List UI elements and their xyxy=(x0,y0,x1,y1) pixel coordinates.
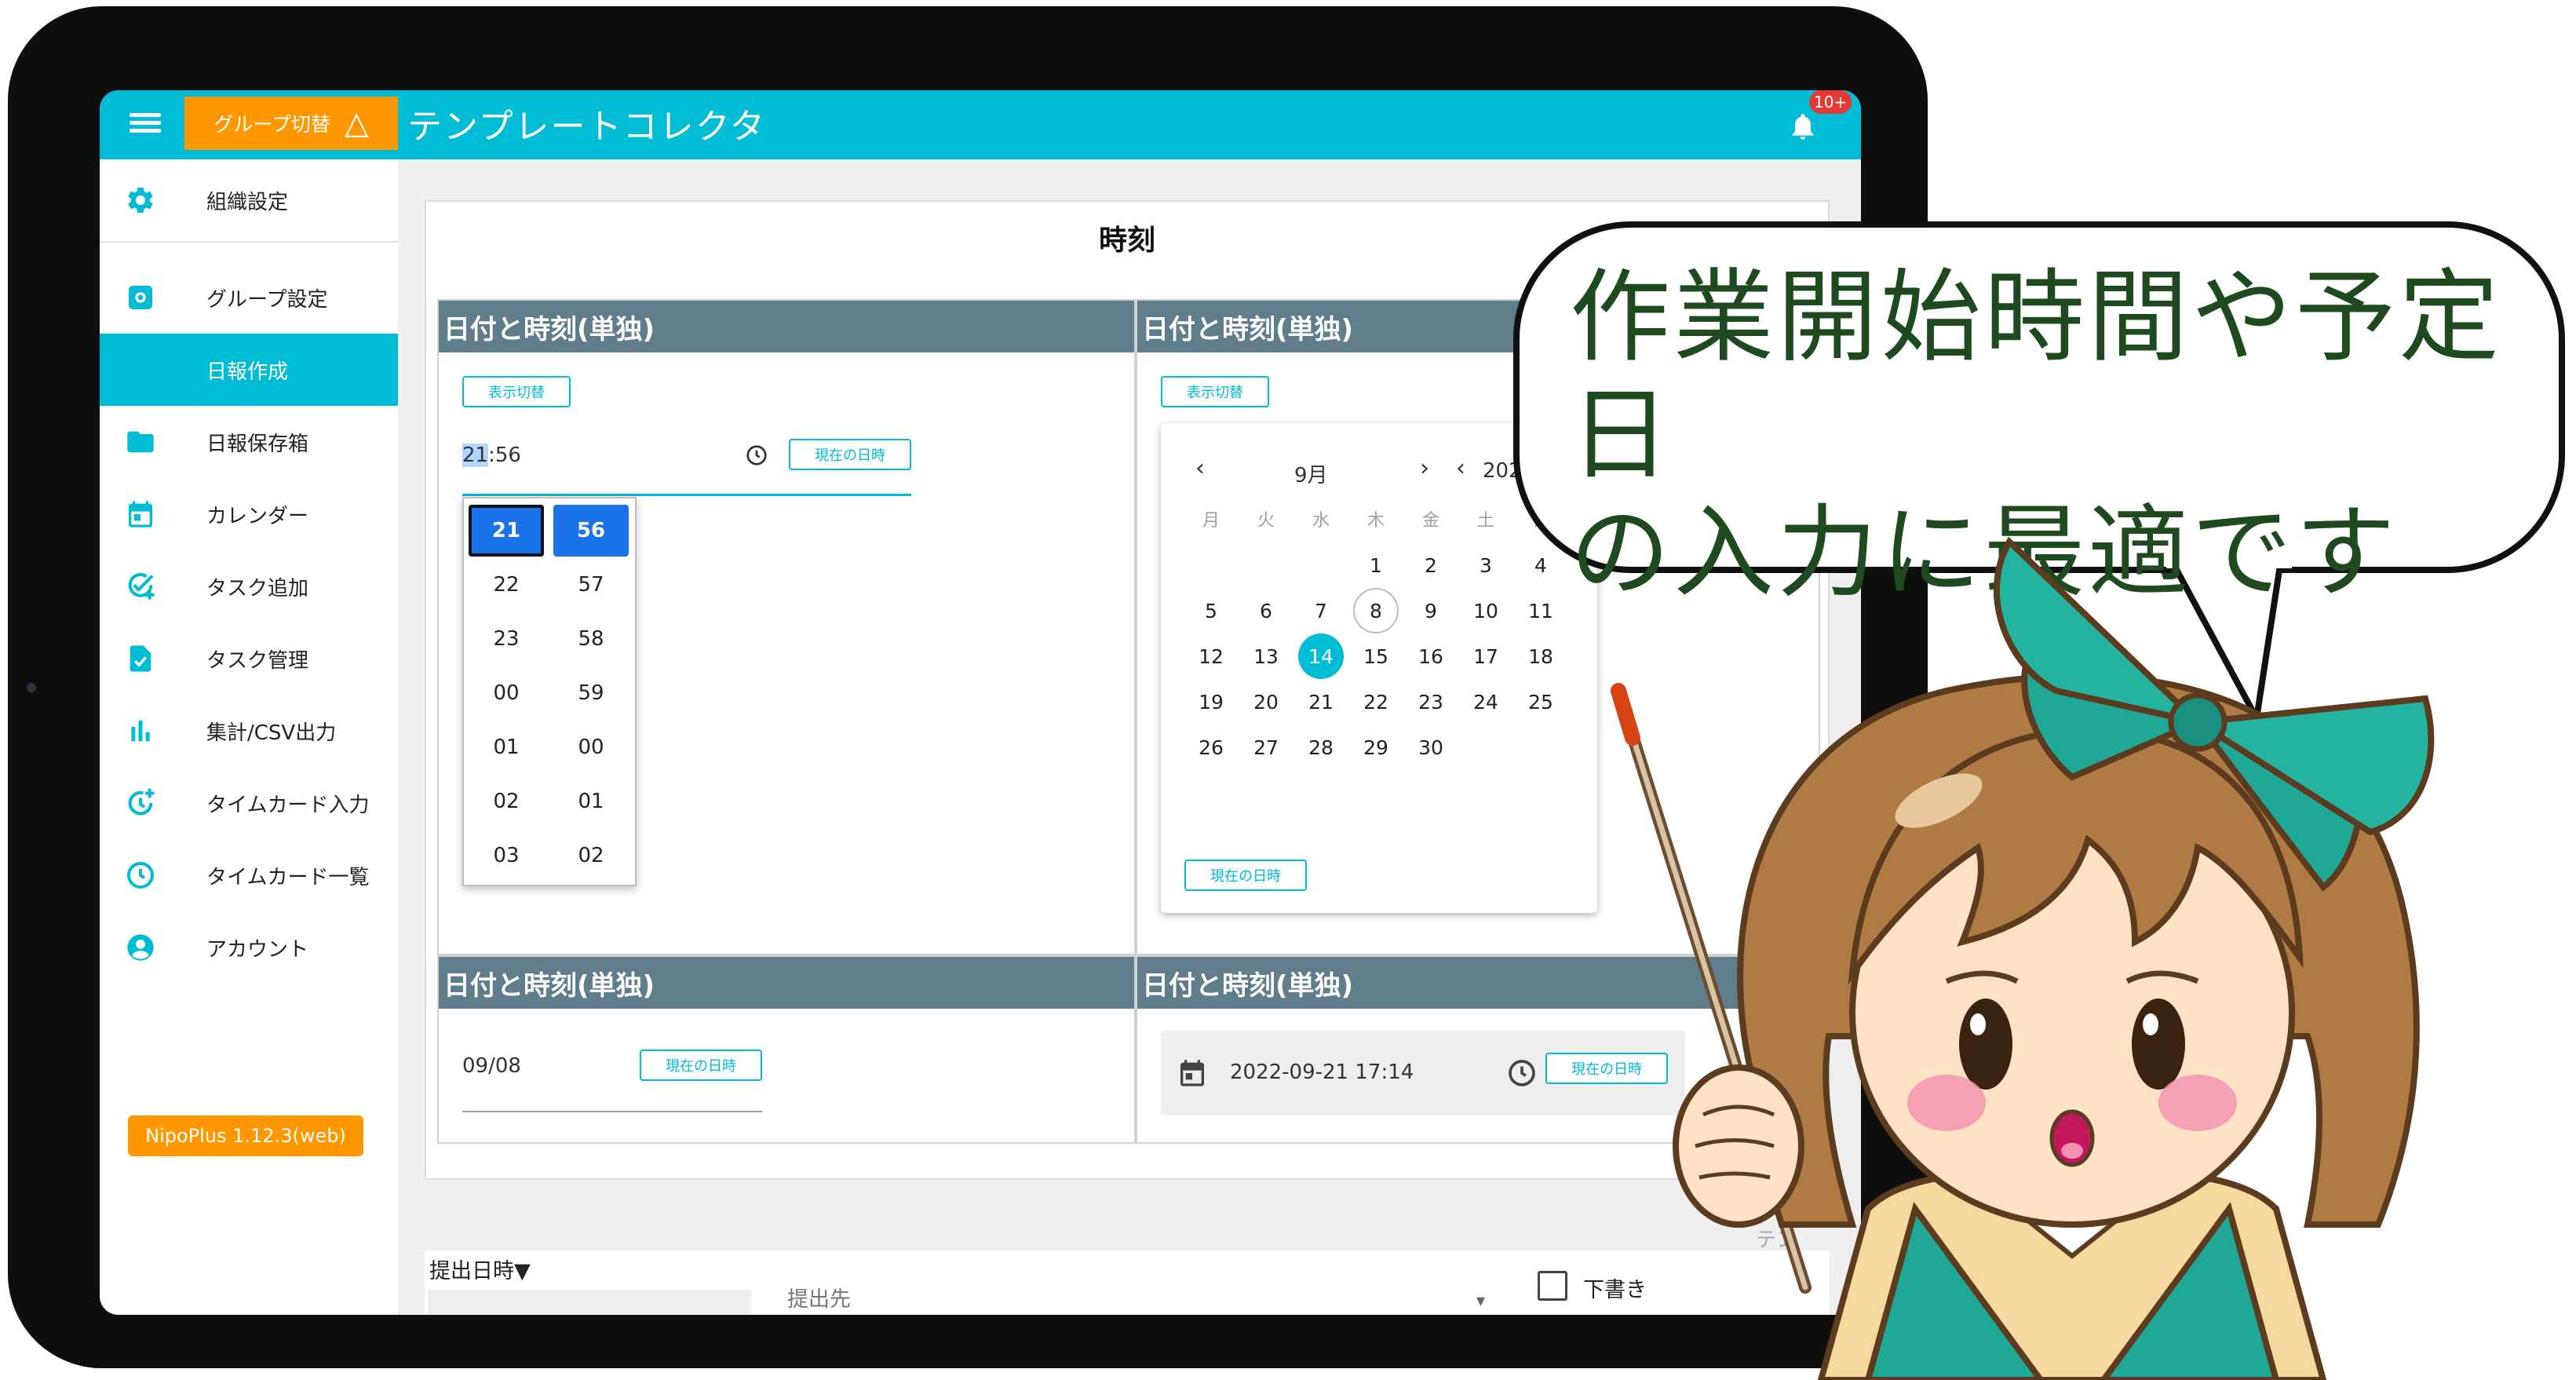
mascot-girl-illustration xyxy=(1611,536,2435,1380)
